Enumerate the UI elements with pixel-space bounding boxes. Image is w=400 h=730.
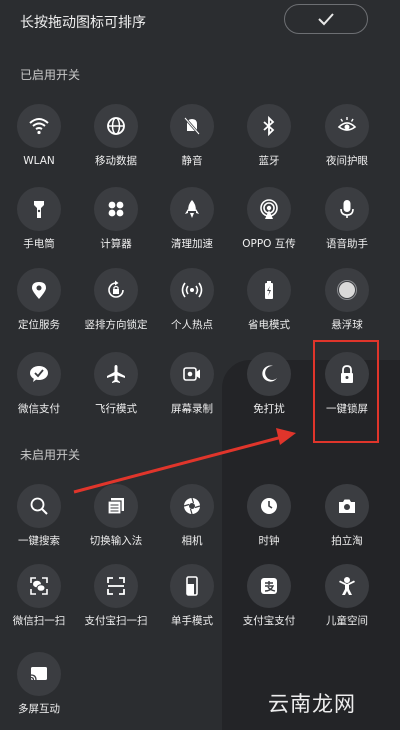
watermark: 云南龙网 (268, 692, 356, 716)
annotation-arrow (73, 428, 296, 494)
